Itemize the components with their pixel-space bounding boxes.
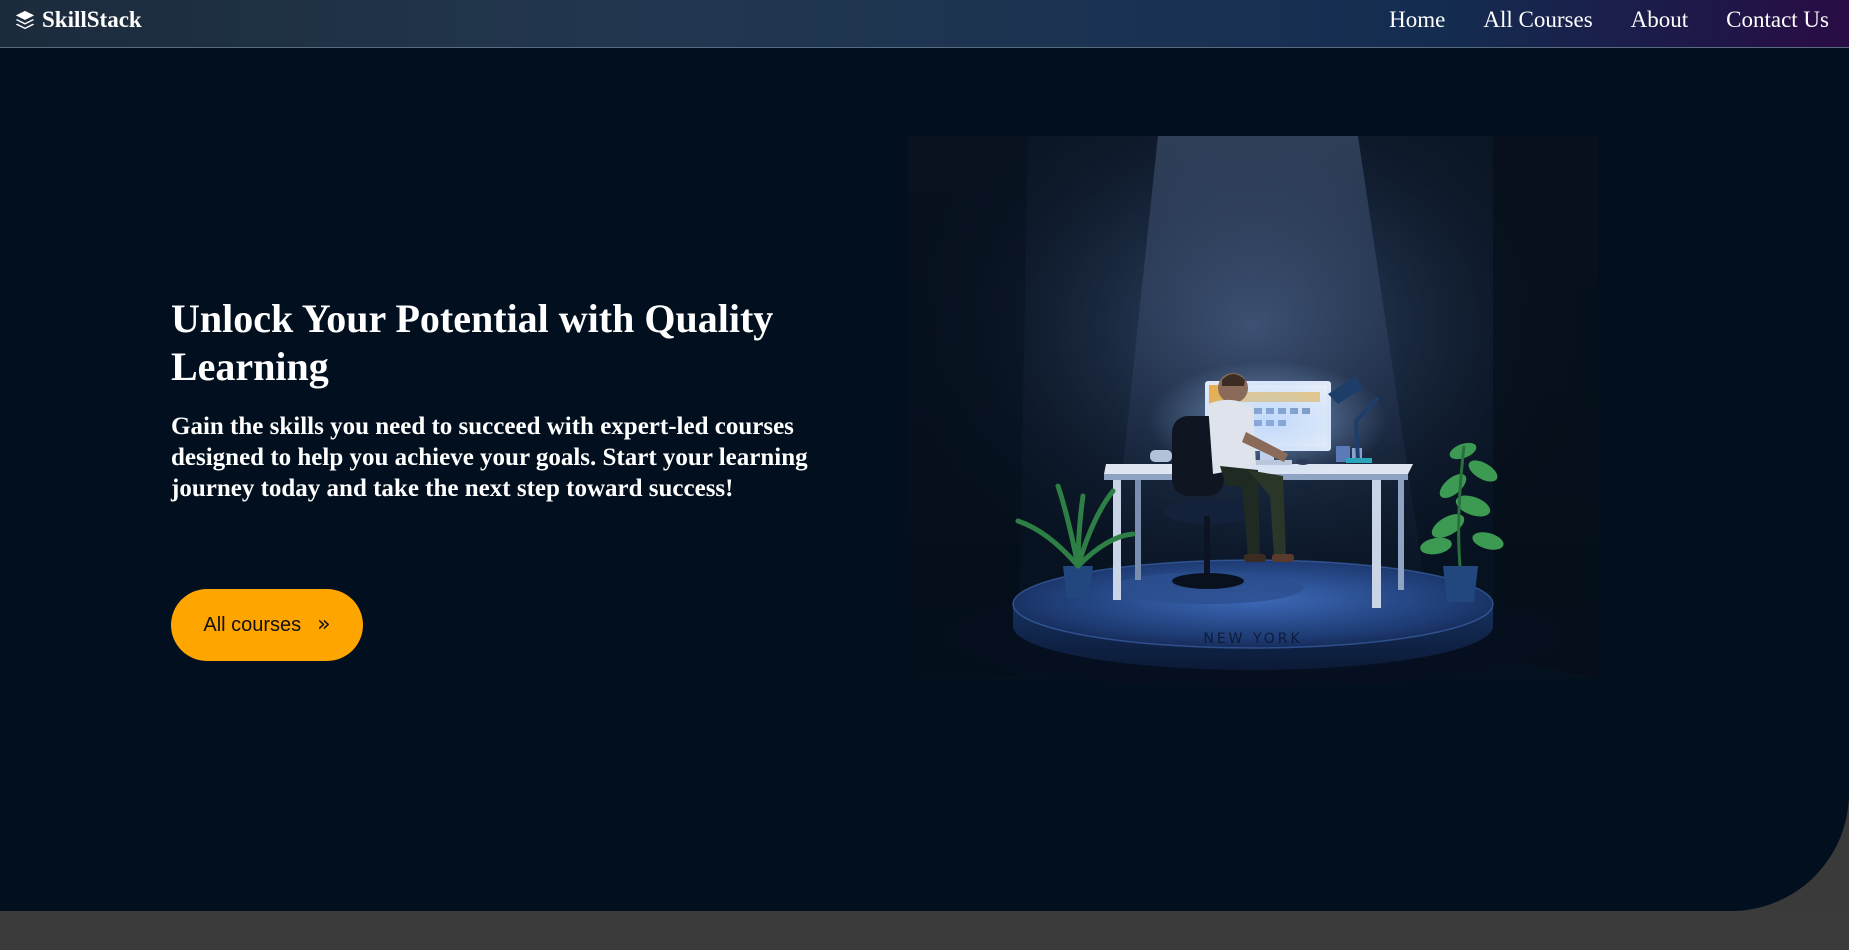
brand-name: SkillStack [42,7,142,32]
all-courses-button[interactable]: All courses » [171,589,363,661]
hero-title: Unlock Your Potential with Quality Learn… [171,296,774,389]
double-chevron-right-icon: » [317,612,331,637]
nav-link-contact-us[interactable]: Contact Us [1726,6,1829,34]
nav-link-all-courses[interactable]: All Courses [1483,6,1592,34]
desk-scene-illustration: NEW YORK [908,136,1598,688]
nav-link-home[interactable]: Home [1389,6,1445,34]
illustration-caption: NEW YORK [1203,631,1302,647]
hero-section: Unlock Your Potential with Quality Learn… [0,48,1849,911]
page: SkillStack Home All Courses About Contac… [0,0,1849,950]
brand-logo-link[interactable]: SkillStack [14,6,142,34]
hero-illustration: NEW YORK [908,136,1598,738]
hero-subtitle: Gain the skills you need to succeed with… [171,413,808,502]
main-nav: Home All Courses About Contact Us [1389,6,1829,34]
hero-text-block: Unlock Your Potential with Quality Learn… [171,295,821,504]
layers-icon [14,9,36,31]
top-navbar: SkillStack Home All Courses About Contac… [0,0,1849,48]
nav-link-about[interactable]: About [1631,6,1689,34]
all-courses-button-label: All courses [203,613,302,636]
footer-strip [0,911,1849,950]
